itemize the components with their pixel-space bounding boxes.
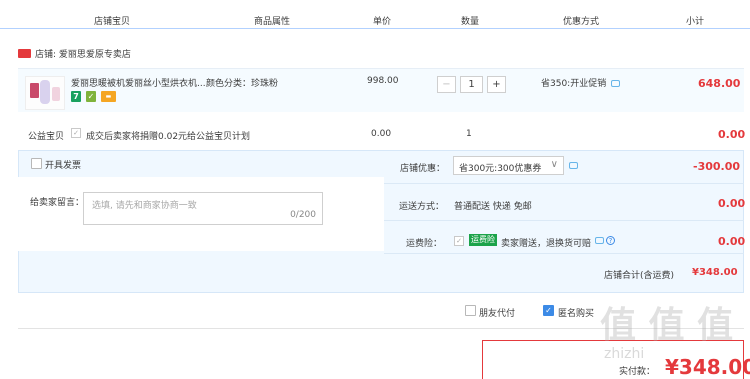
shop-discount-select[interactable]: 省300元:300优惠券 ∨	[453, 156, 564, 175]
header-attribute: 商品属性	[254, 17, 291, 27]
charity-description: 成交后卖家将捐赠0.02元给公益宝贝计划	[86, 132, 251, 142]
shop-icon	[18, 49, 31, 58]
insurance-label: 运费险：	[406, 239, 443, 249]
item-row	[18, 68, 744, 112]
chevron-down-icon: ∨	[550, 159, 558, 170]
friend-pay-checkbox[interactable]	[465, 305, 476, 316]
watermark-url: zhizhi	[604, 346, 645, 362]
header-discount: 优惠方式	[563, 17, 600, 27]
order-table-header: 店铺宝贝 商品属性 单价 数量 优惠方式 小计	[0, 0, 750, 29]
watermark: 值 值 值	[600, 305, 734, 346]
divider	[384, 183, 744, 184]
header-shop-item: 店铺宝贝	[94, 17, 131, 27]
friend-pay-label[interactable]: 朋友代付	[479, 306, 515, 319]
seven-day-return-icon[interactable]: 7	[71, 91, 81, 102]
shipping-amount: 0.00	[718, 197, 746, 210]
divider	[384, 253, 744, 254]
thumbnail-part	[52, 87, 60, 101]
shop-total-value: ¥348.00	[692, 267, 738, 278]
shop-name[interactable]: 店铺: 爱丽思爱原专卖店	[35, 47, 131, 60]
item-attribute: 颜色分类：珍珠粉	[206, 79, 279, 89]
quantity-input[interactable]: 1	[460, 76, 483, 93]
shop-discount-value: 省300元:300优惠券	[459, 164, 542, 174]
item-promotion: 省350:开业促销	[541, 79, 607, 89]
insurance-checkbox: ✓	[454, 236, 464, 246]
quantity-plus-button[interactable]: +	[487, 76, 506, 93]
guarantee-icon[interactable]: ✓	[86, 91, 96, 102]
divider	[384, 220, 744, 221]
charity-label: 公益宝贝	[28, 132, 65, 142]
item-title-link[interactable]: 爱丽思暖被机爱丽丝小型烘衣机...	[71, 76, 206, 89]
message-char-count: 0/200	[290, 210, 316, 220]
quantity-minus-button[interactable]: −	[437, 76, 456, 93]
header-subtotal: 小计	[686, 17, 705, 27]
invoice-checkbox[interactable]	[31, 158, 42, 169]
shipping-label: 运送方式：	[399, 202, 445, 212]
anonymous-label[interactable]: 匿名购买	[558, 306, 594, 319]
charity-subtotal: 0.00	[718, 128, 746, 141]
invoice-label[interactable]: 开具发票	[45, 158, 81, 171]
product-thumbnail[interactable]	[25, 76, 65, 110]
chat-icon[interactable]	[611, 80, 620, 87]
header-price: 单价	[373, 17, 392, 27]
shop-discount-amount: -300.00	[693, 160, 741, 173]
pay-amount: ¥348.00	[665, 355, 750, 379]
chat-icon[interactable]	[569, 162, 578, 169]
anonymous-checkbox[interactable]: ✓	[543, 305, 554, 316]
charity-quantity: 1	[466, 129, 472, 139]
charity-checkbox: ✓	[71, 128, 81, 138]
insurance-text: 卖家赠送，退换货可赔	[501, 239, 592, 249]
shop-discount-label: 店铺优惠：	[400, 164, 446, 174]
message-label: 给卖家留言：	[30, 198, 85, 208]
message-textarea[interactable]: 选填, 请先和商家协商一致 0/200	[83, 192, 323, 225]
header-quantity: 数量	[461, 17, 480, 27]
insurance-tag: 运费险	[469, 234, 497, 246]
charity-price: 0.00	[371, 129, 392, 139]
insurance-amount: 0.00	[718, 235, 746, 248]
item-subtotal: 648.00	[698, 77, 741, 90]
message-placeholder: 选填, 请先和商家协商一致	[92, 201, 197, 211]
pay-label: 实付款：	[619, 367, 656, 377]
shop-total-label: 店铺合计(含运费)	[604, 271, 675, 281]
shipping-value: 普通配送 快递 免邮	[454, 202, 532, 212]
thumbnail-part	[40, 80, 50, 104]
thumbnail-part	[30, 83, 39, 98]
credit-card-icon[interactable]: ▬	[101, 91, 116, 102]
help-icon[interactable]: ?	[606, 236, 615, 245]
chat-icon[interactable]	[595, 237, 604, 244]
item-price: 998.00	[367, 76, 399, 86]
